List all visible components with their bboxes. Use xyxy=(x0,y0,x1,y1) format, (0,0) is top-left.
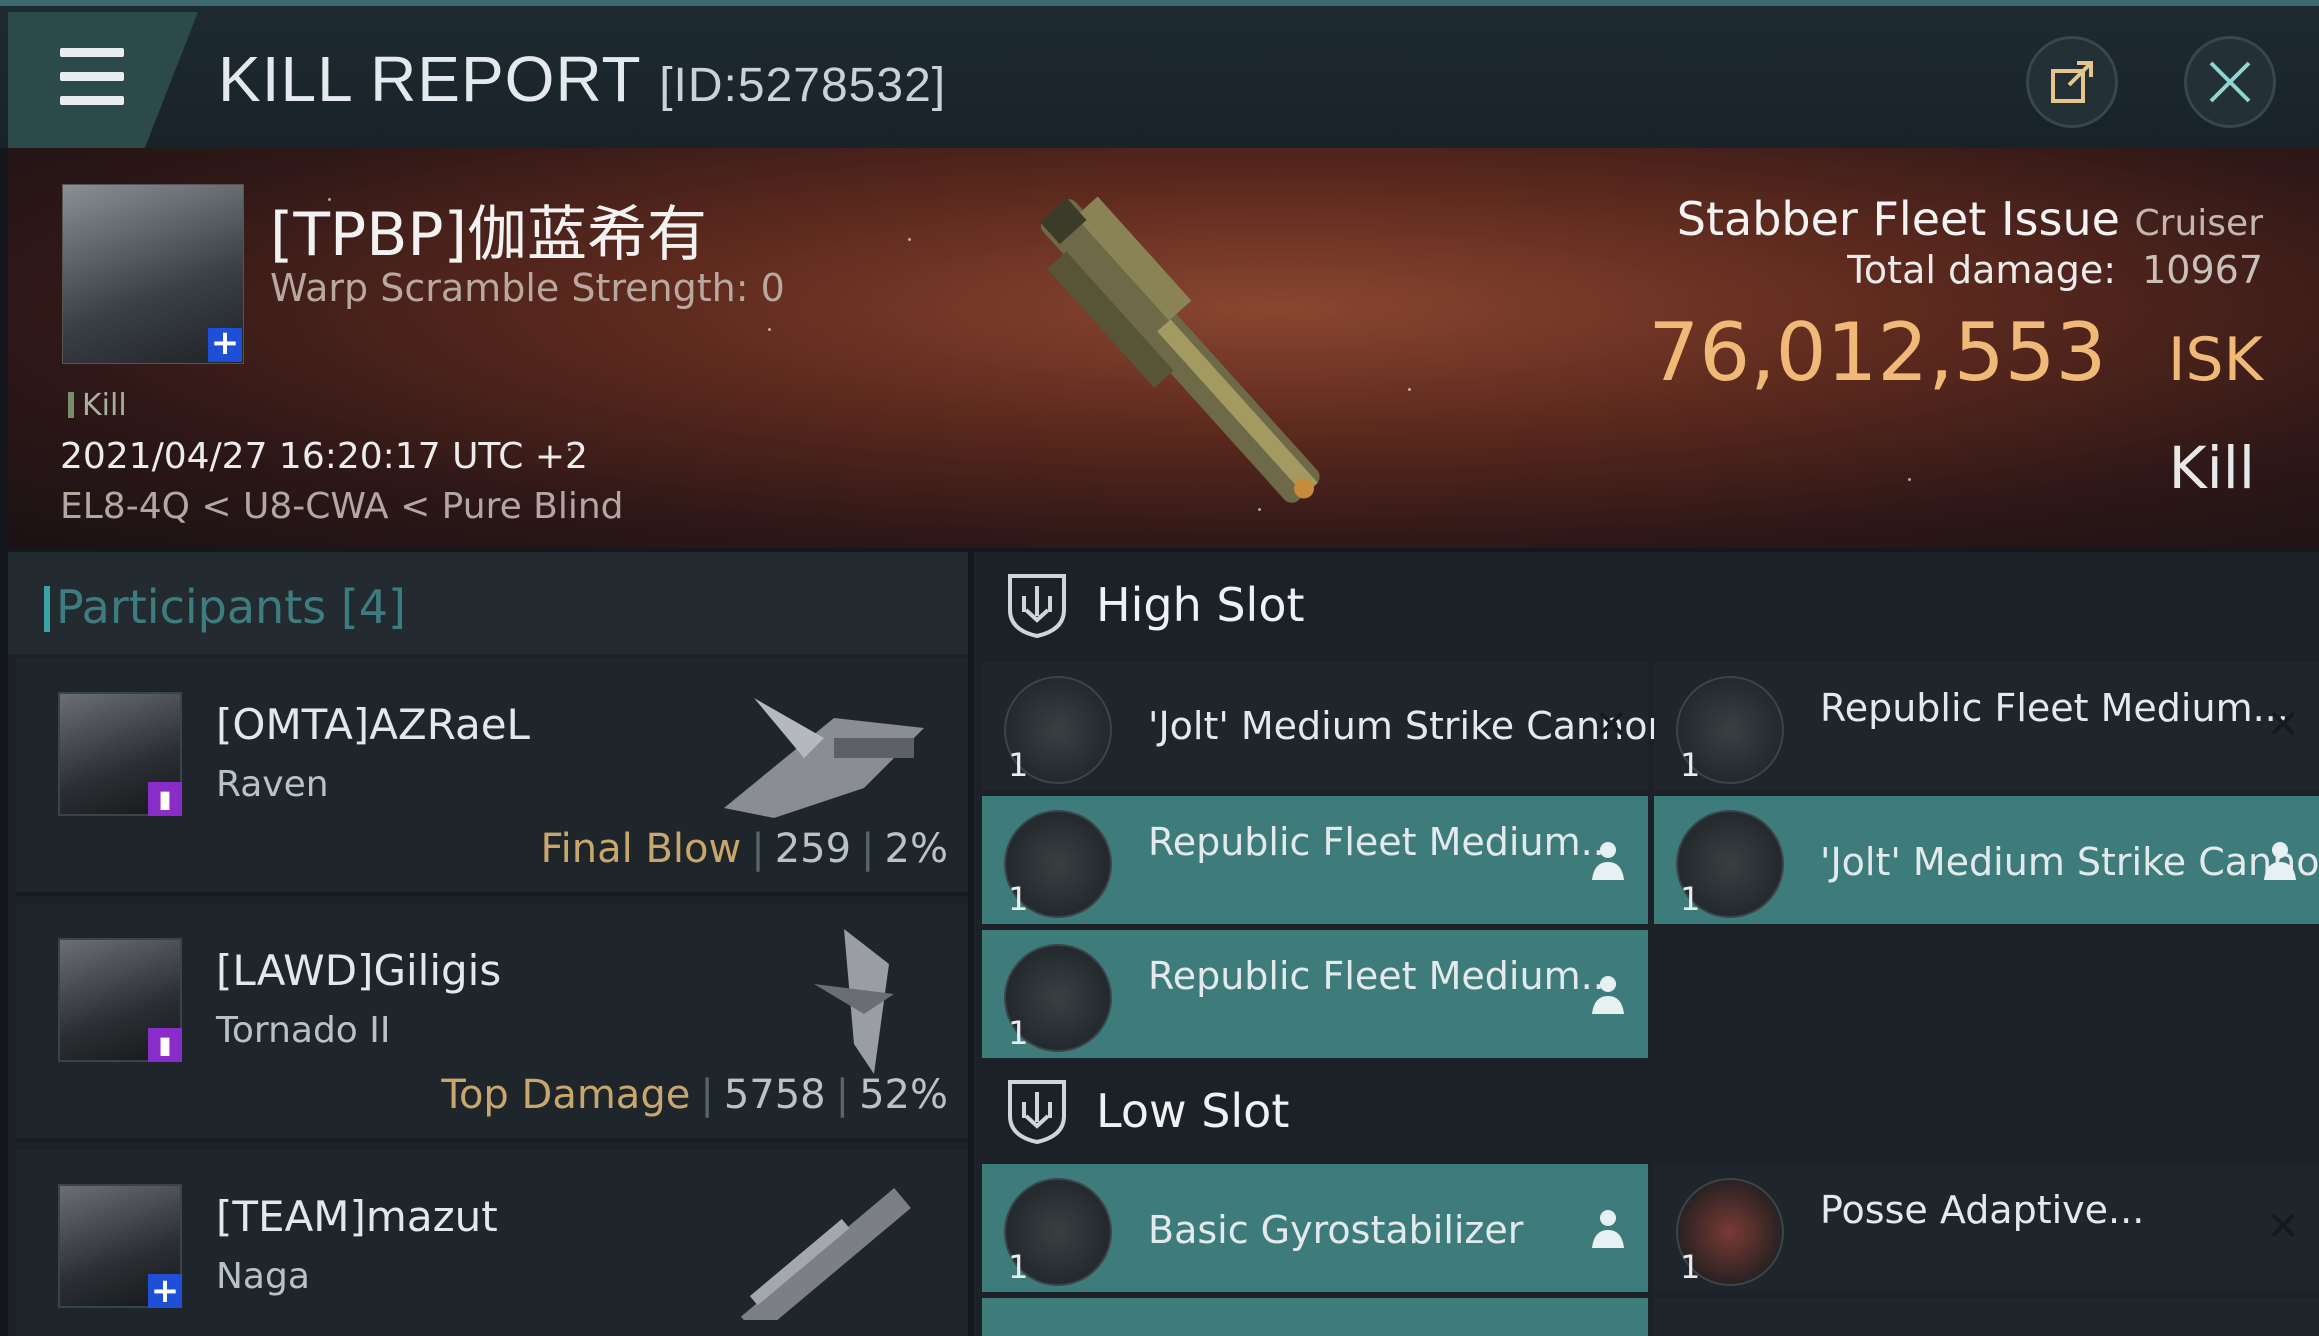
close-button[interactable] xyxy=(2184,36,2276,128)
item-name: Posse Adaptive... xyxy=(1820,1188,2145,1232)
kill-tag: Kill xyxy=(68,388,127,423)
destroyed-icon: ✕ xyxy=(2266,1204,2300,1250)
isk-value: 76,012,553 ISK xyxy=(1648,306,2263,399)
participants-title: Participants [4] xyxy=(44,580,406,634)
damage-percent: 52% xyxy=(859,1072,948,1118)
title-text: KILL REPORT xyxy=(218,43,641,115)
close-icon xyxy=(2209,61,2251,103)
fitting-item[interactable]: 1 Republic Fleet Medium... xyxy=(982,796,1648,924)
item-name: Basic Gyrostabilizer xyxy=(1148,1208,1524,1252)
fitting-item[interactable]: 1 Republic Fleet Medium... ✕ xyxy=(1654,662,2319,790)
menu-icon-line xyxy=(60,96,124,105)
damage-value: 259 xyxy=(774,826,852,872)
victim-name[interactable]: [TPBP]伽蓝希有 xyxy=(270,186,707,273)
victim-banner: + [TPBP]伽蓝希有 Warp Scramble Strength: 0 K… xyxy=(8,148,2319,548)
stat-label: Final Blow xyxy=(540,826,742,872)
item-name: 'Jolt' Medium Strike Cannon xyxy=(1148,704,1672,748)
share-icon xyxy=(2051,61,2093,103)
report-id: [ID:5278532] xyxy=(659,59,947,112)
participant-stats: Top Damage | 5758 | 52% xyxy=(441,1072,948,1118)
person-icon xyxy=(1592,842,1624,880)
participant-row[interactable]: ▮ [OMTA]AZRaeL Raven Final Blow | 259 | 2% xyxy=(16,658,968,896)
badge-icon: ▮ xyxy=(148,1028,182,1062)
victim-ship[interactable]: Stabber Fleet Issue Cruiser xyxy=(1677,192,2263,246)
item-quantity: 1 xyxy=(1008,1248,1029,1286)
fitting-item[interactable]: 1 'Jolt' Medium Strike Cannon ✕ xyxy=(982,662,1672,790)
low-slot-icon xyxy=(1008,1080,1066,1145)
fitting-item[interactable]: 1 Posse Adaptive... ✕ xyxy=(1654,1164,2319,1292)
participants-header: Participants [4] xyxy=(8,552,968,654)
person-icon xyxy=(2264,842,2296,880)
item-quantity: 1 xyxy=(1680,746,1701,784)
destroyed-icon: ✕ xyxy=(2266,702,2300,748)
fitting-panel: High Slot 1 'Jolt' Medium Strike Cannon … xyxy=(974,552,2319,1336)
plus-icon: + xyxy=(208,326,242,362)
page-title: KILL REPORT [ID:5278532] xyxy=(218,42,946,116)
menu-button[interactable] xyxy=(8,12,198,148)
avatar[interactable]: ▮ xyxy=(58,938,182,1062)
badge-icon: ▮ xyxy=(148,782,182,816)
item-name: Republic Fleet Medium... xyxy=(1820,686,2289,730)
low-slot-header: Low Slot xyxy=(974,1058,2319,1164)
item-quantity: 1 xyxy=(1680,880,1701,918)
isk-amount: 76,012,553 xyxy=(1648,306,2107,399)
fitting-item[interactable]: 1 Republic Fleet Medium... xyxy=(982,930,1648,1058)
plus-icon: + xyxy=(148,1274,182,1308)
item-name: Republic Fleet Medium... xyxy=(1148,954,1617,998)
participant-ship: Raven xyxy=(216,764,329,805)
ship-image xyxy=(740,1188,911,1320)
item-quantity: 1 xyxy=(1008,1014,1029,1052)
title-bar: KILL REPORT [ID:5278532] xyxy=(0,0,2319,148)
participant-name: [OMTA]AZRaeL xyxy=(216,700,530,749)
victim-ship-image[interactable] xyxy=(968,158,1388,548)
participant-row[interactable]: ▮ [LAWD]Giligis Tornado II Top Damage | 57… xyxy=(16,904,968,1142)
total-damage: Total damage: 10967 xyxy=(1847,248,2263,292)
person-icon xyxy=(1592,976,1624,1014)
avatar[interactable]: ▮ xyxy=(58,692,182,816)
result-label: Kill xyxy=(2168,434,2255,502)
participant-name: [LAWD]Giligis xyxy=(216,946,502,995)
high-slot-header: High Slot xyxy=(974,552,2319,658)
high-slot-label: High Slot xyxy=(1096,578,1305,632)
warp-scramble-strength: Warp Scramble Strength: 0 xyxy=(270,266,785,310)
total-damage-label: Total damage: xyxy=(1847,248,2117,292)
participant-ship: Tornado II xyxy=(216,1010,391,1051)
damage-percent: 2% xyxy=(884,826,948,872)
fitting-item[interactable] xyxy=(1654,1298,2319,1336)
person-icon xyxy=(1592,1210,1624,1248)
destroyed-icon: ✕ xyxy=(1594,702,1628,748)
participants-panel: Participants [4] ▮ [OMTA]AZRaeL Raven Fi… xyxy=(8,552,968,1336)
ship-name: Stabber Fleet Issue xyxy=(1676,192,2120,246)
stat-label: Top Damage xyxy=(441,1072,691,1118)
item-quantity: 1 xyxy=(1008,880,1029,918)
item-quantity: 1 xyxy=(1008,746,1029,784)
participant-row[interactable]: + [TEAM]mazut Naga xyxy=(16,1150,968,1336)
fitting-item[interactable]: 1 Basic Gyrostabilizer xyxy=(982,1164,1648,1292)
total-damage-value: 10967 xyxy=(2142,248,2263,292)
isk-unit: ISK xyxy=(2167,325,2263,395)
fitting-item[interactable] xyxy=(982,1298,1648,1336)
ship-image xyxy=(724,698,924,818)
participant-name: [TEAM]mazut xyxy=(216,1192,498,1241)
avatar[interactable]: + xyxy=(58,1184,182,1308)
participant-stats: Final Blow | 259 | 2% xyxy=(540,826,948,872)
item-name: 'Jolt' Medium Strike Cannon xyxy=(1820,840,2319,884)
low-slot-label: Low Slot xyxy=(1096,1084,1290,1138)
kill-location: EL8-4Q < U8-CWA < Pure Blind xyxy=(60,486,624,527)
item-name: Republic Fleet Medium... xyxy=(1148,820,1617,864)
share-button[interactable] xyxy=(2026,36,2118,128)
participant-ship: Naga xyxy=(216,1256,310,1297)
damage-value: 5758 xyxy=(723,1072,826,1118)
ship-image xyxy=(814,929,894,1074)
kill-datetime: 2021/04/27 16:20:17 UTC +2 xyxy=(60,436,588,477)
high-slot-icon xyxy=(1008,574,1066,639)
menu-icon-line xyxy=(60,72,124,81)
menu-icon xyxy=(60,48,124,57)
ship-class: Cruiser xyxy=(2134,203,2263,244)
fitting-item[interactable]: 1 'Jolt' Medium Strike Cannon xyxy=(1654,796,2319,924)
item-quantity: 1 xyxy=(1680,1248,1701,1286)
